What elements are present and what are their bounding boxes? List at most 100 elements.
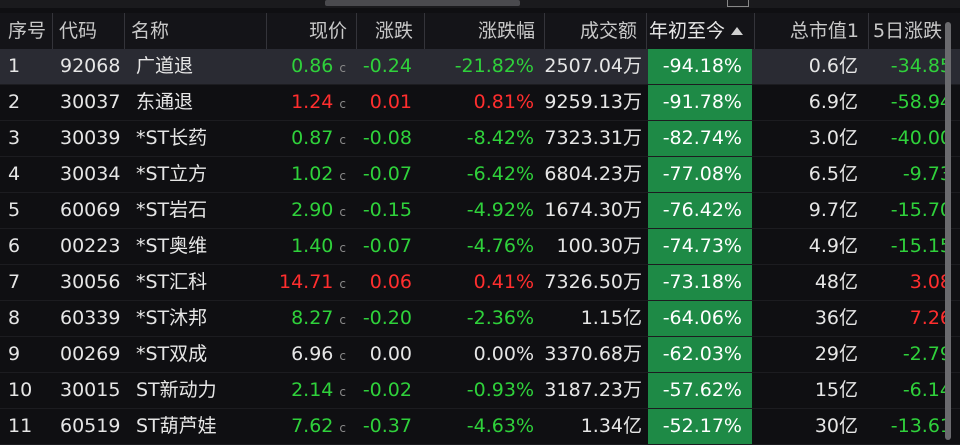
row-price: 7.62 c	[266, 409, 356, 444]
header-market-cap[interactable]: 总市值1	[754, 13, 859, 49]
price-suffix-mark: c	[339, 277, 346, 291]
row-five-day: -13.61	[890, 415, 952, 437]
row-price: 1.24 c	[266, 85, 356, 120]
row-seq: 7	[8, 271, 21, 293]
row-seq: 3	[8, 127, 21, 149]
row-five-day: -6.14	[902, 379, 952, 401]
table-row[interactable]: 6 00223 *ST奥维 1.40 c -0.07 -4.76% 100.30万 -74.73…	[0, 229, 960, 265]
row-turnover: 7326.50万	[544, 271, 642, 293]
row-change: 0.06	[369, 271, 412, 293]
row-seq: 9	[8, 343, 21, 365]
header-change-pct[interactable]: 涨跌幅	[424, 13, 545, 49]
table-row[interactable]: 1 92068 广道退 0.86 c -0.24 -21.82% 2507.04万 -94.18…	[0, 49, 960, 85]
row-ytd: -74.73%	[648, 229, 752, 264]
price-suffix-mark: c	[339, 349, 346, 363]
row-market-cap: 30亿	[814, 415, 858, 437]
row-change: -0.20	[362, 307, 412, 329]
header-ytd[interactable]: 年初至今	[646, 13, 755, 49]
price-suffix-mark: c	[339, 169, 346, 183]
table-row[interactable]: 10 30015 ST新动力 2.14 c -0.02 -0.93% 3187.23万 -57.…	[0, 373, 960, 409]
row-seq: 4	[8, 163, 21, 185]
row-turnover: 3370.68万	[544, 343, 642, 365]
table-row[interactable]: 8 60339 *ST沐邦 8.27 c -0.20 -2.36% 1.15亿 -64.06% 3…	[0, 301, 960, 337]
header-change[interactable]: 涨跌	[356, 13, 423, 49]
row-turnover: 100.30万	[556, 235, 642, 257]
row-change-pct: -4.92%	[466, 199, 534, 221]
row-market-cap: 29亿	[814, 343, 858, 365]
row-ytd: -64.06%	[648, 301, 752, 336]
row-price: 8.27 c	[266, 301, 356, 336]
table-row[interactable]: 3 30039 *ST长药 0.87 c -0.08 -8.42% 7323.31万 -82.7…	[0, 121, 960, 157]
row-price-value: 1.24	[291, 91, 334, 113]
row-change: -0.37	[362, 415, 412, 437]
row-ytd: -91.78%	[648, 85, 752, 120]
row-change-pct: 0.00%	[473, 343, 534, 365]
top-scroll-track[interactable]	[0, 0, 960, 8]
row-price-value: 2.90	[291, 199, 334, 221]
row-change-pct: 0.41%	[473, 271, 534, 293]
header-name[interactable]: 名称	[124, 13, 271, 49]
row-price: 6.96 c	[266, 337, 356, 372]
row-name: *ST岩石	[136, 199, 208, 221]
row-change: -0.02	[362, 379, 412, 401]
row-market-cap: 9.7亿	[808, 199, 858, 221]
row-change: -0.15	[362, 199, 412, 221]
table-row[interactable]: 2 30037 东通退 1.24 c 0.01 0.81% 9259.13万 -91.78% 6.…	[0, 85, 960, 121]
row-market-cap: 6.9亿	[808, 91, 858, 113]
row-name: *ST长药	[136, 127, 208, 149]
header-seq[interactable]: 序号	[8, 13, 54, 49]
row-change-pct: 0.81%	[473, 91, 534, 113]
row-seq: 6	[8, 235, 21, 257]
vertical-scroll-thumb[interactable]	[945, 22, 951, 440]
row-five-day: -9.73	[902, 163, 952, 185]
panel-toggle-icon[interactable]	[727, 0, 749, 7]
row-price-value: 1.02	[291, 163, 334, 185]
row-ytd: -77.08%	[648, 157, 752, 192]
table-row[interactable]: 7 30056 *ST汇科 14.71 c 0.06 0.41% 7326.50万 -73.18…	[0, 265, 960, 301]
row-price: 2.90 c	[266, 193, 356, 228]
row-code: 60339	[60, 307, 121, 329]
row-change: -0.08	[362, 127, 412, 149]
row-turnover: 1.34亿	[580, 415, 642, 437]
row-market-cap: 48亿	[814, 271, 858, 293]
row-ytd: -57.62%	[648, 373, 752, 408]
row-change-pct: -4.76%	[466, 235, 534, 257]
table-header: 序号 代码 名称 现价 涨跌 涨跌幅 成交额 年初至今 总市值1 5日涨跌	[0, 13, 960, 49]
row-change-pct: -0.93%	[466, 379, 534, 401]
header-price[interactable]: 现价	[266, 13, 357, 49]
row-market-cap: 4.9亿	[808, 235, 858, 257]
row-five-day: -34.85	[890, 55, 952, 77]
row-change: 0.01	[369, 91, 412, 113]
price-suffix-mark: c	[339, 133, 346, 147]
table-row[interactable]: 4 30034 *ST立方 1.02 c -0.07 -6.42% 6804.23万 -77.0…	[0, 157, 960, 193]
row-price-value: 6.96	[291, 343, 334, 365]
row-name: *ST沐邦	[136, 307, 208, 329]
vertical-scrollbar[interactable]	[944, 0, 952, 440]
row-ytd: -62.03%	[648, 337, 752, 372]
row-code: 30037	[60, 91, 121, 113]
row-five-day: -2.79	[902, 343, 952, 365]
row-market-cap: 6.5亿	[808, 163, 858, 185]
header-turnover[interactable]: 成交额	[544, 13, 647, 49]
header-code[interactable]: 代码	[52, 13, 131, 49]
row-price-value: 2.14	[291, 379, 334, 401]
row-code: 00269	[60, 343, 121, 365]
row-turnover: 7323.31万	[544, 127, 642, 149]
row-change-pct: -21.82%	[454, 55, 534, 77]
row-ytd: -76.42%	[648, 193, 752, 228]
row-price: 0.87 c	[266, 121, 356, 156]
row-price: 0.86 c	[266, 49, 356, 84]
row-name: *ST双成	[136, 343, 208, 365]
row-change-pct: -4.63%	[466, 415, 534, 437]
row-market-cap: 3.0亿	[808, 127, 858, 149]
row-turnover: 1.15亿	[580, 307, 642, 329]
row-turnover: 2507.04万	[544, 55, 642, 77]
horizontal-scroll-thumb[interactable]	[325, 0, 520, 6]
header-five-day[interactable]: 5日涨跌	[868, 13, 953, 49]
row-price-value: 8.27	[291, 307, 334, 329]
row-name: *ST立方	[136, 163, 208, 185]
row-price-value: 14.71	[278, 271, 334, 293]
table-row[interactable]: 5 60069 *ST岩石 2.90 c -0.15 -4.92% 1674.30万 -76.4…	[0, 193, 960, 229]
row-change: -0.24	[362, 55, 412, 77]
table-row[interactable]: 9 00269 *ST双成 6.96 c 0.00 0.00% 3370.68万 -62.03%…	[0, 337, 960, 373]
